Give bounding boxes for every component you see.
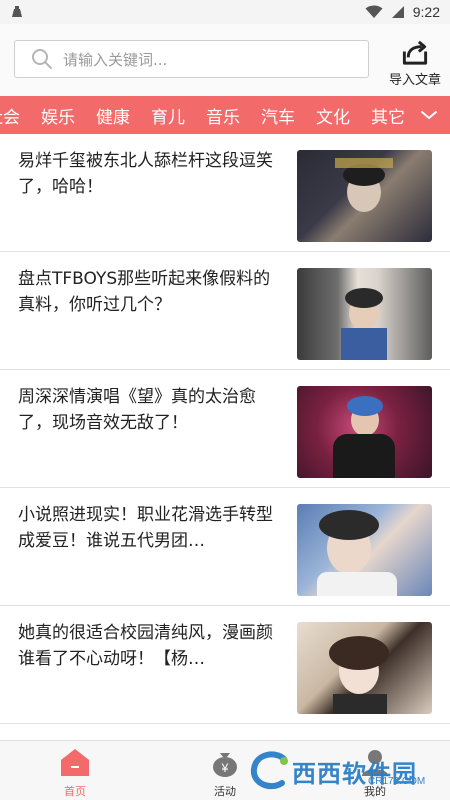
home-icon	[61, 749, 89, 776]
tab-entertainment[interactable]: 娱乐	[41, 103, 75, 128]
article-title: 周深深情演唱《望》真的太治愈了，现场音效无敌了！	[18, 387, 256, 433]
article-thumbnail	[297, 268, 432, 360]
svg-text:¥: ¥	[221, 761, 229, 775]
article-title: 小说照进现实！职业花滑选手转型成爱豆！谁说五代男团…	[18, 505, 273, 551]
watermark-swirl-icon	[250, 751, 288, 790]
signal-icon	[391, 6, 404, 18]
tab-music[interactable]: 音乐	[206, 103, 240, 128]
chevron-down-icon	[421, 111, 437, 119]
article-thumbnail	[297, 150, 432, 242]
category-track: 社会 娱乐 健康 育儿 音乐 汽车 文化 其它	[0, 96, 426, 134]
tab-society[interactable]: 社会	[0, 103, 20, 128]
article-list: 易烊千玺被东北人舔栏杆这段逗笑了，哈哈！ 盘点TFBOYS那些听起来像假料的真料…	[0, 134, 450, 724]
tab-parenting[interactable]: 育儿	[151, 103, 185, 128]
share-import-icon	[402, 40, 428, 65]
article-title: 盘点TFBOYS那些听起来像假料的真料，你听过几个？	[18, 269, 271, 315]
list-item[interactable]: 她真的很适合校园清纯风，漫画颜谁看了不心动呀！【杨…	[0, 606, 450, 724]
search-input[interactable]: 请输入关键词...	[14, 40, 369, 78]
category-expand-button[interactable]	[408, 96, 450, 134]
notification-icon	[12, 6, 22, 17]
status-time: 9:22	[412, 4, 440, 20]
article-thumbnail	[297, 504, 432, 596]
status-bar: 9:22	[0, 0, 450, 24]
list-item[interactable]: 盘点TFBOYS那些听起来像假料的真料，你听过几个？	[0, 252, 450, 370]
tab-other[interactable]: 其它	[371, 103, 405, 128]
watermark-logo: 西西软件园 CR173.COM	[248, 748, 448, 794]
money-bag-icon: ¥	[213, 753, 237, 777]
nav-activity-label: 活动	[214, 785, 236, 798]
tab-auto[interactable]: 汽车	[261, 103, 295, 128]
import-article-button[interactable]: 导入文章	[386, 38, 444, 88]
search-header: 请输入关键词... 导入文章	[0, 24, 450, 96]
watermark-subtext: CR173.COM	[368, 776, 426, 787]
nav-home-label: 首页	[64, 785, 86, 798]
article-title: 易烊千玺被东北人舔栏杆这段逗笑了，哈哈！	[18, 151, 273, 197]
list-item[interactable]: 易烊千玺被东北人舔栏杆这段逗笑了，哈哈！	[0, 134, 450, 252]
nav-home[interactable]: 首页	[35, 747, 115, 799]
list-item[interactable]: 周深深情演唱《望》真的太治愈了，现场音效无敌了！	[0, 370, 450, 488]
article-thumbnail	[297, 386, 432, 478]
article-title: 她真的很适合校园清纯风，漫画颜谁看了不心动呀！【杨…	[18, 623, 273, 669]
tab-culture[interactable]: 文化	[316, 103, 350, 128]
category-bar: 社会 娱乐 健康 育儿 音乐 汽车 文化 其它	[0, 96, 450, 134]
tab-health[interactable]: 健康	[96, 103, 130, 128]
search-placeholder: 请输入关键词...	[63, 50, 168, 69]
import-article-label: 导入文章	[388, 73, 441, 88]
article-thumbnail	[297, 622, 432, 714]
search-icon	[32, 49, 52, 69]
list-item[interactable]: 小说照进现实！职业花滑选手转型成爱豆！谁说五代男团…	[0, 488, 450, 606]
wifi-icon	[365, 5, 383, 18]
